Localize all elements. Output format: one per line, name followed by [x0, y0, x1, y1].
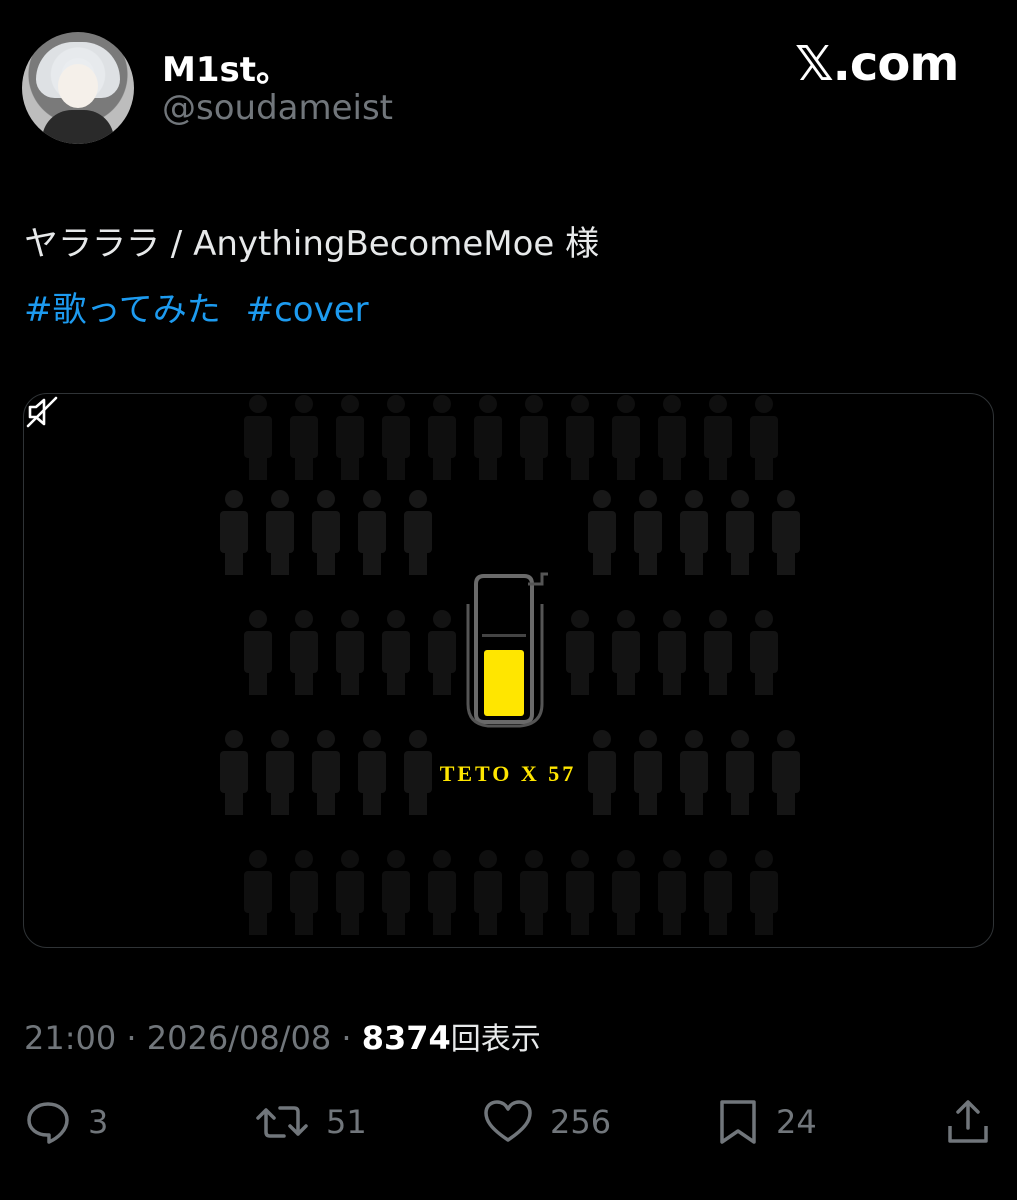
person-silhouette — [704, 610, 732, 695]
person-silhouette — [658, 395, 686, 480]
video-caption: TETO X 57 — [440, 761, 577, 786]
person-silhouette — [634, 490, 662, 575]
person-silhouette — [312, 730, 340, 815]
reply-icon — [27, 1102, 69, 1144]
person-silhouette — [244, 850, 272, 935]
x-logo: 𝕏.com — [795, 36, 959, 92]
person-silhouette — [358, 490, 386, 575]
person-silhouette — [658, 850, 686, 935]
views-count: 8374 — [361, 1019, 451, 1057]
video-frame: TETO X 57 — [220, 395, 800, 935]
person-silhouette — [566, 395, 594, 480]
person-silhouette — [772, 730, 800, 815]
video-player[interactable]: TETO X 57 — [23, 393, 994, 948]
person-silhouette — [612, 395, 640, 480]
reply-count: 3 — [88, 1103, 109, 1141]
heart-icon — [484, 1100, 532, 1142]
person-silhouette — [382, 850, 410, 935]
tweet-date[interactable]: 2026/08/08 — [147, 1019, 331, 1057]
person-silhouette — [244, 395, 272, 480]
avatar-face — [58, 64, 98, 108]
person-silhouette — [750, 395, 778, 480]
meta-separator: · — [126, 1019, 137, 1057]
person-silhouette — [266, 730, 294, 815]
person-silhouette — [588, 730, 616, 815]
person-silhouette — [726, 730, 754, 815]
person-silhouette — [336, 850, 364, 935]
person-silhouette — [382, 610, 410, 695]
hashtag-cover[interactable]: #cover — [246, 290, 369, 330]
person-silhouette — [612, 850, 640, 935]
person-silhouette — [358, 730, 386, 815]
person-silhouette — [520, 395, 548, 480]
person-silhouette — [588, 490, 616, 575]
person-silhouette — [290, 850, 318, 935]
person-silhouette — [336, 395, 364, 480]
person-silhouette — [404, 730, 432, 815]
person-silhouette — [312, 490, 340, 575]
person-silhouette — [634, 730, 662, 815]
person-silhouette — [336, 610, 364, 695]
person-silhouette — [658, 610, 686, 695]
repost-count: 51 — [326, 1103, 367, 1141]
person-silhouette — [566, 850, 594, 935]
person-silhouette — [612, 610, 640, 695]
person-silhouette — [680, 490, 708, 575]
person-silhouette — [704, 850, 732, 935]
person-silhouette — [428, 610, 456, 695]
person-silhouette — [772, 490, 800, 575]
person-silhouette — [382, 395, 410, 480]
share-icon — [948, 1100, 988, 1143]
person-silhouette — [290, 395, 318, 480]
person-silhouette — [290, 610, 318, 695]
reply-button[interactable]: 3 — [24, 1098, 108, 1146]
avatar-body — [42, 110, 114, 144]
display-name[interactable]: M1st。 — [162, 42, 290, 91]
speaker-muted-icon[interactable] — [24, 394, 60, 430]
person-silhouette — [428, 395, 456, 480]
bookmark-button[interactable]: 24 — [716, 1098, 817, 1146]
person-silhouette — [244, 610, 272, 695]
hashtags: #歌ってみた #cover — [24, 282, 383, 331]
repost-button[interactable]: 51 — [254, 1098, 367, 1146]
person-silhouette — [680, 730, 708, 815]
person-silhouette — [750, 610, 778, 695]
person-silhouette — [566, 610, 594, 695]
battery-icon — [466, 572, 548, 728]
tweet-text: ヤラララ / AnythingBecomeMoe 様 — [24, 224, 600, 264]
like-button[interactable]: 256 — [482, 1098, 611, 1146]
person-silhouette — [474, 395, 502, 480]
person-silhouette — [520, 850, 548, 935]
person-silhouette — [726, 490, 754, 575]
person-silhouette — [704, 395, 732, 480]
bookmark-count: 24 — [776, 1103, 817, 1141]
person-silhouette — [266, 490, 294, 575]
views-label: 回表示 — [450, 1022, 541, 1057]
battery-fill-level — [484, 650, 524, 716]
person-silhouette — [220, 490, 248, 575]
person-silhouette — [750, 850, 778, 935]
tweet-meta: 21:00 · 2026/08/08 · 8374回表示 — [24, 1014, 541, 1058]
meta-separator: · — [341, 1019, 352, 1057]
person-silhouette — [220, 730, 248, 815]
person-silhouette — [474, 850, 502, 935]
share-button[interactable] — [944, 1098, 992, 1146]
tweet-time[interactable]: 21:00 — [24, 1019, 116, 1057]
person-silhouette — [428, 850, 456, 935]
like-count: 256 — [550, 1103, 612, 1141]
avatar[interactable] — [22, 32, 134, 144]
user-handle[interactable]: @soudameist — [162, 88, 393, 128]
person-silhouette — [404, 490, 432, 575]
repost-icon — [256, 1106, 308, 1138]
hashtag-utattemita[interactable]: #歌ってみた — [24, 290, 221, 330]
bookmark-icon — [720, 1100, 756, 1144]
